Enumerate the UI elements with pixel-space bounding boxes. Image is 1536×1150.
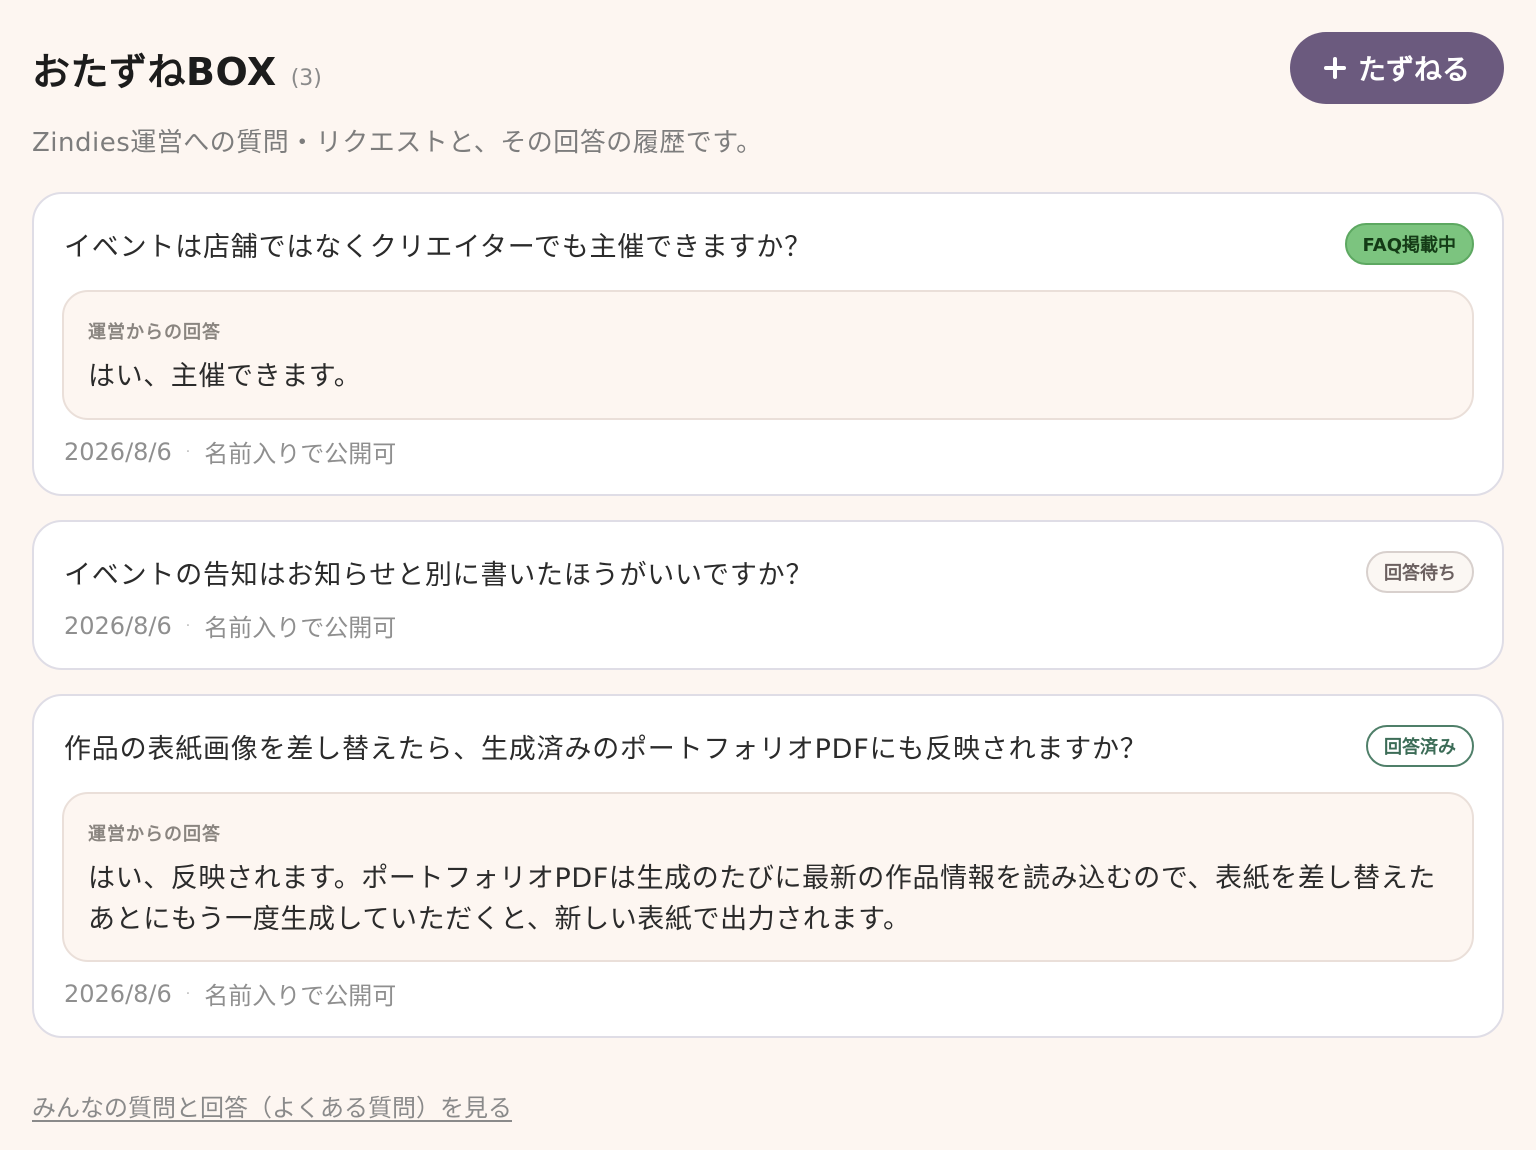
- answer-text: はい、主催できます。: [88, 361, 362, 392]
- question-meta: 2026/8/6 · 名前入りで公開可: [64, 976, 396, 1011]
- status-badge: FAQ掲載中: [1344, 223, 1474, 265]
- answer-box: 運営からの回答 はい、主催できます。: [62, 290, 1474, 420]
- question-text: イベントは店舗ではなくクリエイターでも主催できますか？: [64, 231, 812, 263]
- page: おたずねBOX (3) たずねる Zindies運営への質問・リクエストと、その…: [0, 0, 1536, 1150]
- ask-button-label: たずねる: [1357, 54, 1470, 85]
- question-row: 作品の表紙画像を差し替えたら、生成済みのポートフォリオPDFにも反映されますか？…: [64, 724, 1474, 768]
- ask-button[interactable]: たずねる: [1289, 32, 1504, 104]
- question-text: 作品の表紙画像を差し替えたら、生成済みのポートフォリオPDFにも反映されますか？: [64, 733, 1148, 765]
- status-badge: 回答済み: [1366, 725, 1474, 767]
- question-date: 2026/8/6: [64, 437, 172, 466]
- plus-icon: [1323, 57, 1346, 79]
- question-card: イベントは店舗ではなくクリエイターでも主催できますか？ FAQ掲載中 運営からの…: [32, 192, 1504, 496]
- question-meta: 2026/8/6 · 名前入りで公開可: [64, 608, 396, 643]
- visibility-label: 名前入りで公開可: [204, 614, 397, 642]
- visibility-label: 名前入りで公開可: [204, 982, 397, 1010]
- question-count: (3): [290, 65, 322, 91]
- answer-box: 運営からの回答 はい、反映されます。ポートフォリオPDFは生成のたびに最新の作品…: [62, 792, 1474, 962]
- page-subtitle: Zindies運営への質問・リクエストと、その回答の履歴です。: [32, 128, 763, 158]
- question-meta: 2026/8/6 · 名前入りで公開可: [64, 434, 396, 469]
- header: おたずねBOX (3) たずねる: [32, 32, 1504, 104]
- question-text: イベントの告知はお知らせと別に書いたほうがいいですか？: [64, 559, 814, 591]
- question-date: 2026/8/6: [64, 611, 172, 640]
- answer-label: 運営からの回答: [88, 322, 221, 343]
- title-group: おたずねBOX (3): [32, 41, 322, 96]
- visibility-label: 名前入りで公開可: [204, 440, 397, 468]
- question-card: 作品の表紙画像を差し替えたら、生成済みのポートフォリオPDFにも反映されますか？…: [32, 694, 1504, 1038]
- question-date: 2026/8/6: [64, 979, 172, 1008]
- question-row: イベントの告知はお知らせと別に書いたほうがいいですか？ 回答待ち: [64, 550, 1474, 594]
- answer-label: 運営からの回答: [88, 824, 221, 845]
- meta-separator: ·: [185, 443, 191, 460]
- page-title: おたずねBOX: [32, 49, 277, 94]
- status-badge: 回答待ち: [1366, 551, 1474, 593]
- faq-link[interactable]: みんなの質問と回答（よくある質問）を見る: [32, 1088, 512, 1123]
- answer-text: はい、反映されます。ポートフォリオPDFは生成のたびに最新の作品情報を読み込むの…: [88, 863, 1436, 935]
- question-row: イベントは店舗ではなくクリエイターでも主催できますか？ FAQ掲載中: [64, 222, 1474, 266]
- meta-separator: ·: [185, 985, 191, 1002]
- question-card: イベントの告知はお知らせと別に書いたほうがいいですか？ 回答待ち 2026/8/…: [32, 520, 1504, 670]
- meta-separator: ·: [185, 617, 191, 634]
